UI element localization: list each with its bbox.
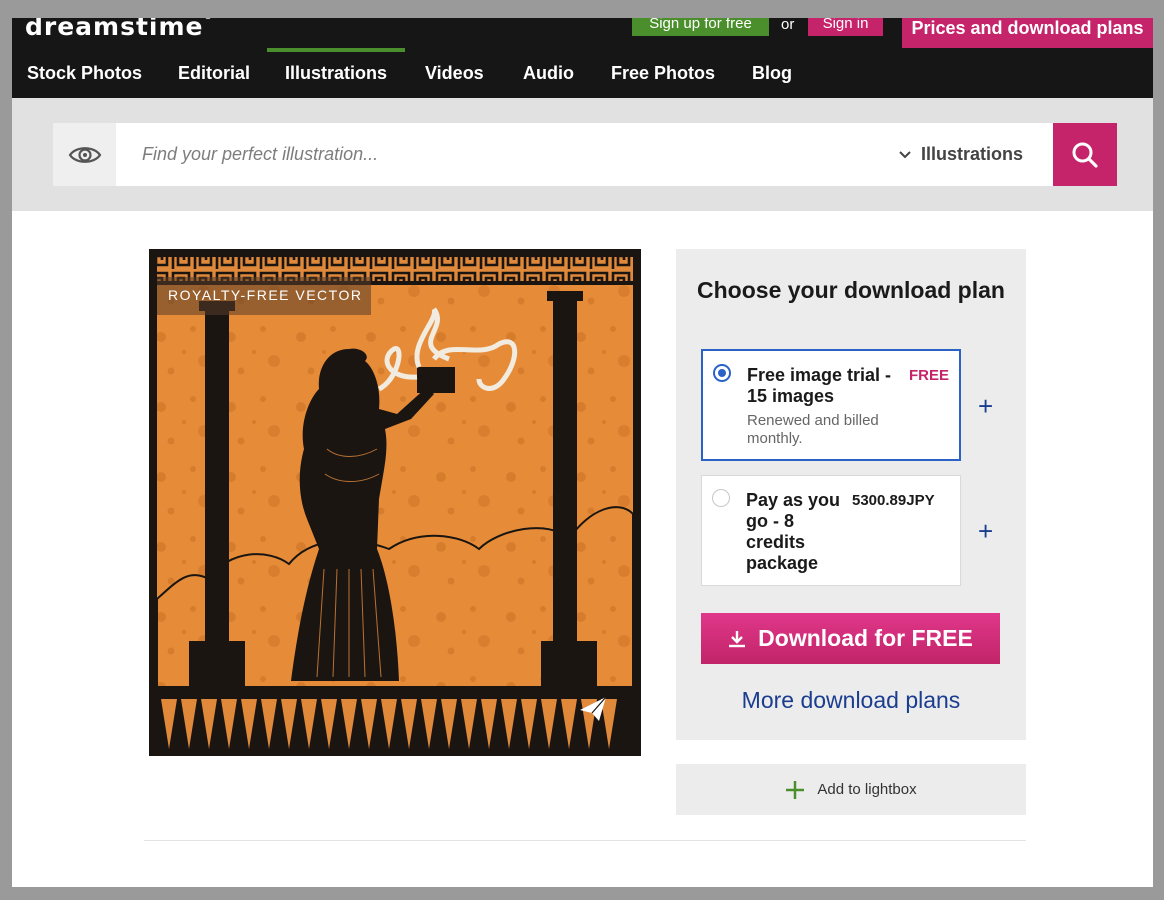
paper-plane-icon: [580, 696, 607, 721]
plan-pay-as-you-go-price: 5300.89JPY: [852, 492, 935, 509]
search-button[interactable]: [1053, 123, 1117, 186]
plan-pay-as-you-go-radio[interactable]: [712, 489, 730, 507]
main-nav: Stock Photos Editorial Illustrations Vid…: [12, 48, 1153, 98]
share-button[interactable]: [579, 696, 613, 726]
divider: [144, 840, 1026, 841]
plus-icon: [786, 780, 805, 799]
plan-free-trial-price: FREE: [909, 367, 950, 384]
plan-pay-as-you-go-expand-icon[interactable]: +: [978, 518, 993, 544]
nav-audio[interactable]: Audio: [523, 48, 574, 98]
nav-blog[interactable]: Blog: [752, 48, 792, 98]
plan-free-trial-sub: Renewed and billed monthly.: [747, 412, 879, 447]
eye-icon: [68, 146, 101, 163]
nav-stock-photos[interactable]: Stock Photos: [27, 48, 142, 98]
nav-editorial[interactable]: Editorial: [178, 48, 250, 98]
panel-title: Choose your download plan: [697, 277, 1005, 303]
visual-search-button[interactable]: [53, 123, 116, 186]
more-download-plans-link[interactable]: More download plans: [676, 687, 1026, 714]
nav-illustrations[interactable]: Illustrations: [267, 48, 405, 98]
chevron-down-icon: [899, 150, 911, 158]
plan-free-trial-name: Free image trial - 15 images: [747, 365, 892, 406]
plan-free-trial-expand-icon[interactable]: +: [978, 393, 993, 419]
download-icon: [729, 630, 746, 647]
nav-videos[interactable]: Videos: [425, 48, 484, 98]
add-to-lightbox-label: Add to lightbox: [817, 781, 917, 798]
sign-up-button[interactable]: Sign up for free: [632, 18, 769, 36]
site-header: dreamstime® Sign up for free or Sign in …: [12, 18, 1153, 98]
plan-pay-as-you-go[interactable]: Pay as you go - 8 credits package 5300.8…: [701, 475, 961, 586]
search-icon: [1072, 142, 1098, 168]
search-band: Illustrations: [12, 98, 1153, 211]
add-to-lightbox-button[interactable]: Add to lightbox: [676, 764, 1026, 815]
category-select[interactable]: Illustrations: [899, 123, 1023, 186]
download-button[interactable]: Download for FREE: [701, 613, 1000, 664]
category-select-value: Illustrations: [921, 144, 1024, 164]
plan-pay-as-you-go-name: Pay as you go - 8 credits package: [746, 490, 841, 573]
search-bar: Illustrations: [53, 123, 1117, 186]
plan-free-trial-radio[interactable]: [713, 364, 731, 382]
royalty-free-badge: ROYALTY-FREE VECTOR: [157, 277, 371, 315]
download-button-label: Download for FREE: [758, 625, 973, 651]
prices-and-plans-button[interactable]: Prices and download plans: [902, 18, 1153, 48]
download-plan-panel: Choose your download plan Free image tri…: [676, 249, 1026, 740]
greek-woman-illustration: [149, 249, 641, 756]
sign-in-button[interactable]: Sign in: [808, 18, 883, 36]
nav-free-photos[interactable]: Free Photos: [611, 48, 715, 98]
plan-free-trial[interactable]: Free image trial - 15 images FREE Renewe…: [701, 349, 961, 461]
or-separator: or: [781, 18, 795, 33]
browser-window: dreamstime® Sign up for free or Sign in …: [12, 18, 1153, 887]
dreamstime-logo[interactable]: dreamstime®: [25, 18, 214, 41]
search-input[interactable]: [116, 123, 876, 186]
preview-image[interactable]: ROYALTY-FREE VECTOR: [149, 249, 641, 756]
